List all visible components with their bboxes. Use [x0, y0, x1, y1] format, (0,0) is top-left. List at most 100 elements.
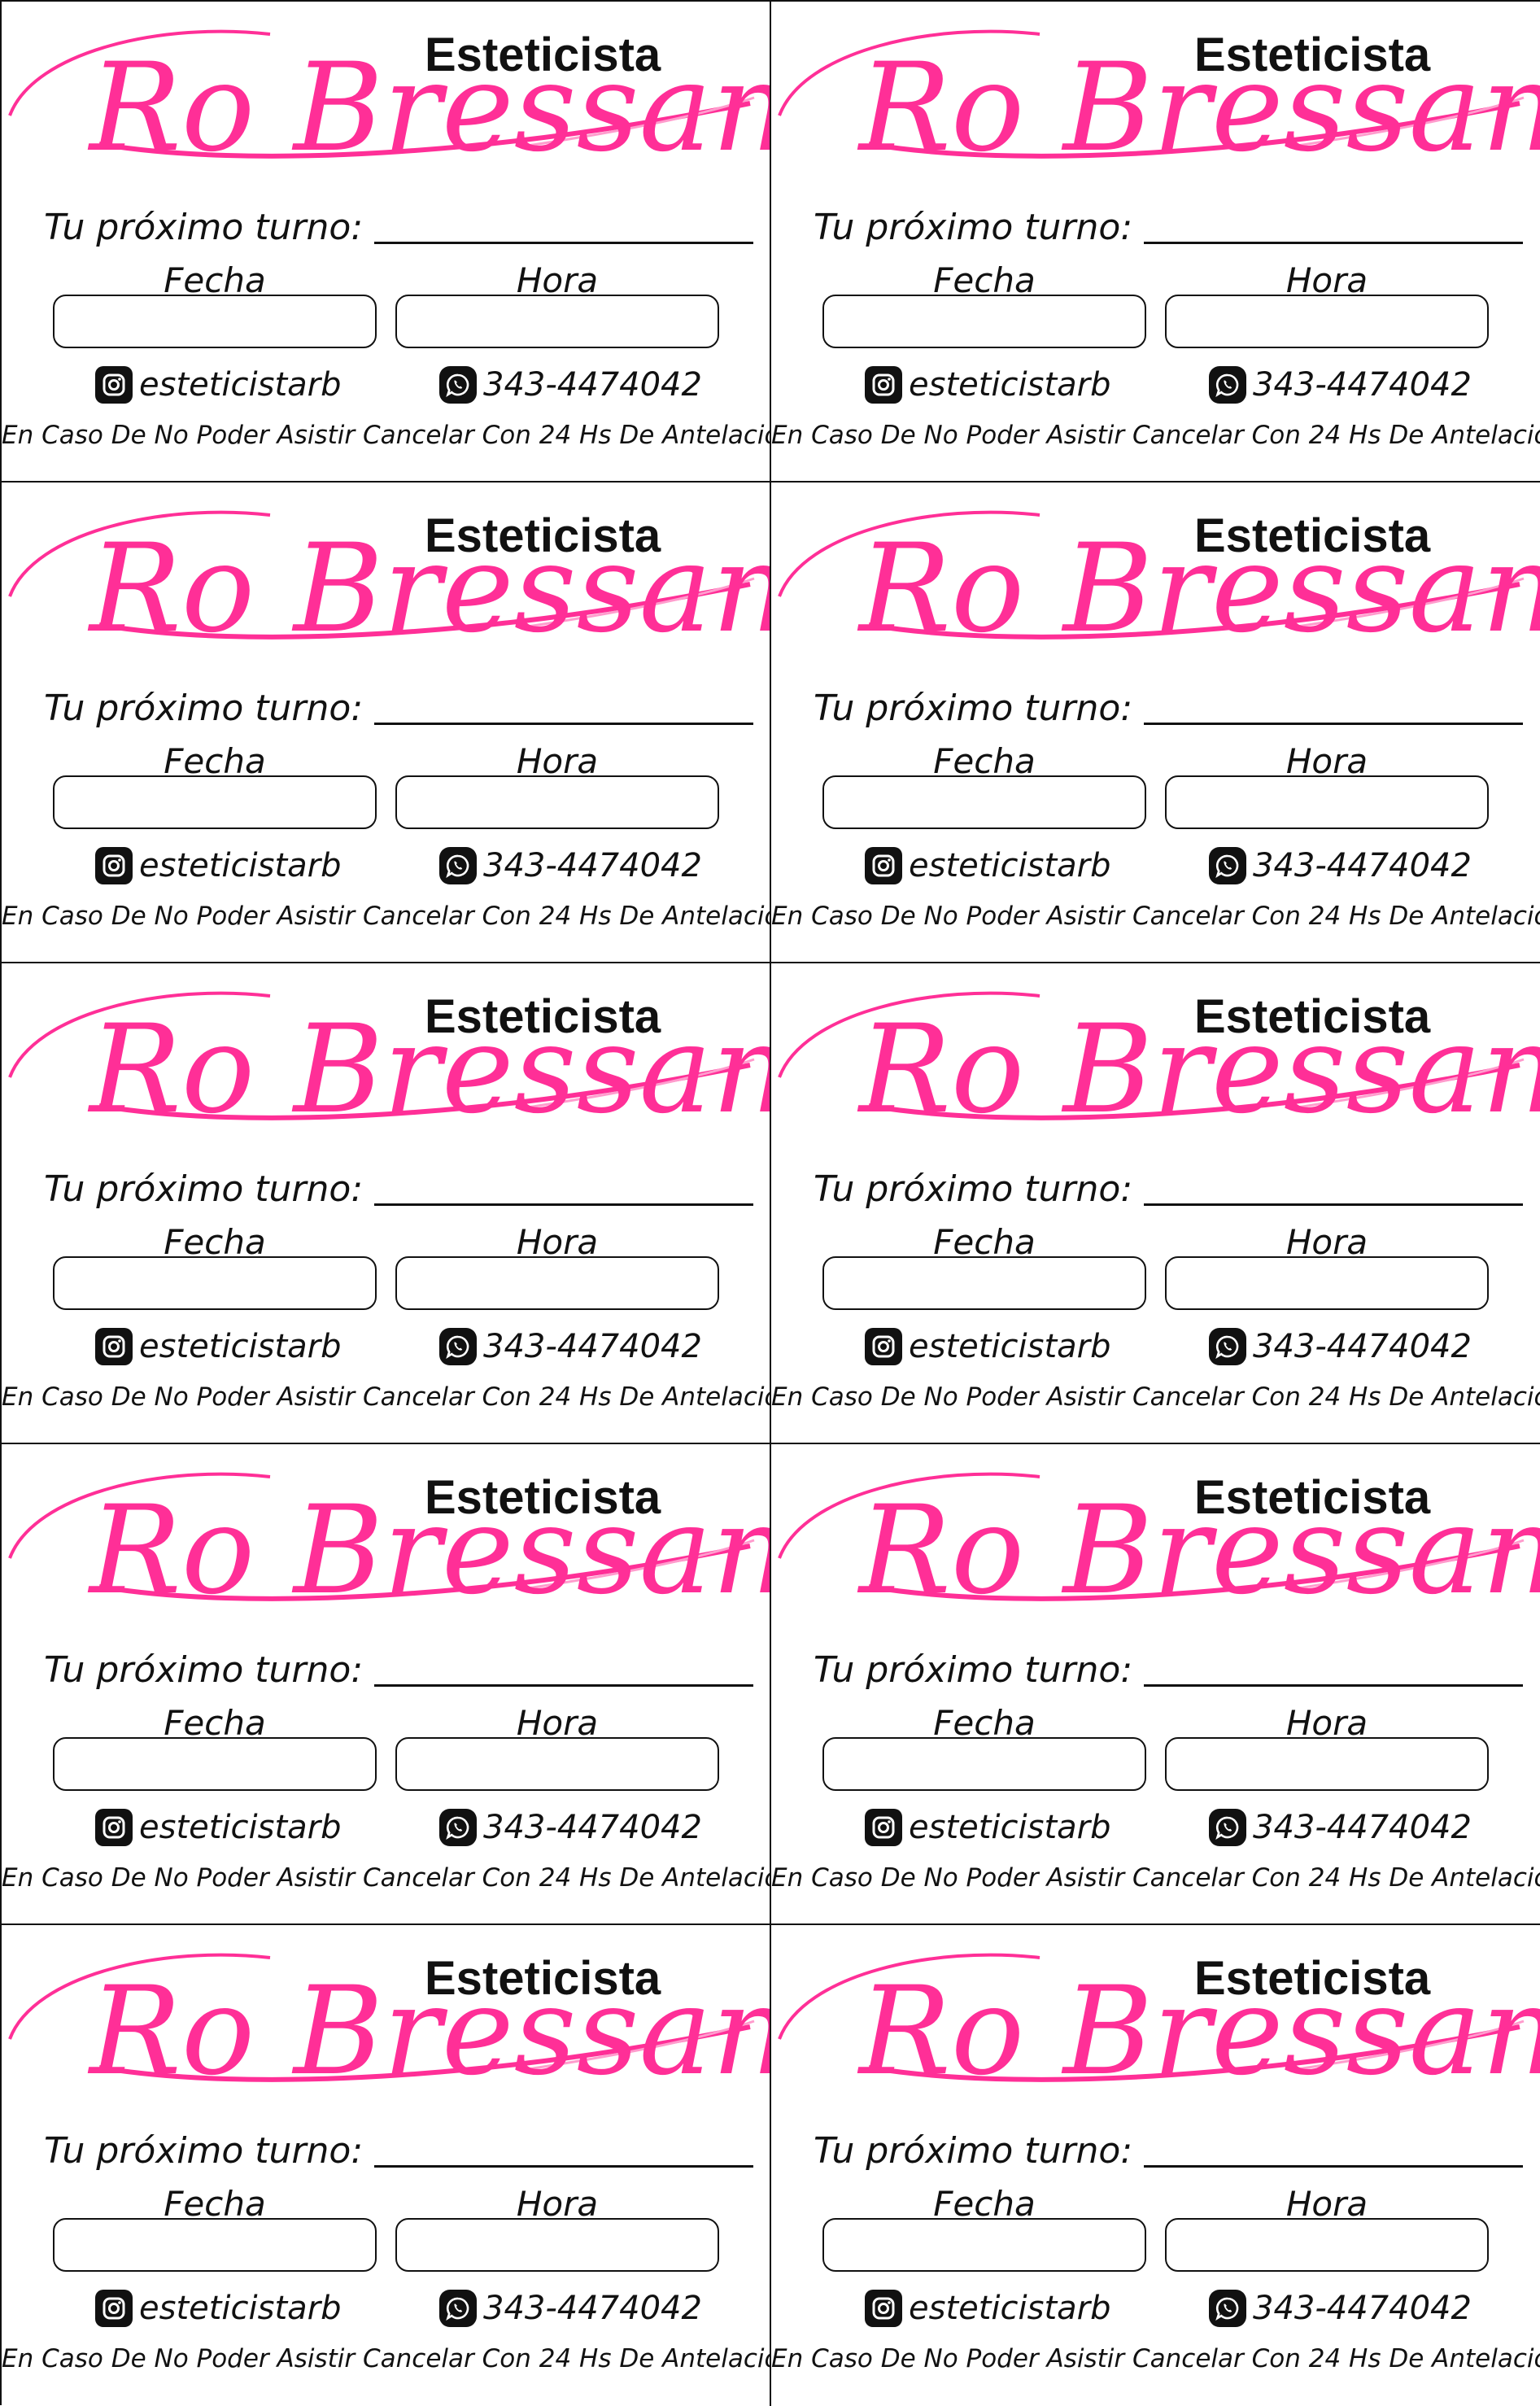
- instagram-icon: [865, 366, 902, 404]
- logo-graphic: Ro Bressan Esteticista: [8, 509, 770, 660]
- date-input-box[interactable]: [822, 775, 1146, 829]
- time-input-box[interactable]: [395, 2218, 719, 2272]
- date-input-box[interactable]: [53, 2218, 377, 2272]
- time-label: Hora: [1285, 1703, 1368, 1743]
- phone-number: 343-4474042: [1253, 366, 1472, 404]
- date-field: Fecha: [53, 1225, 377, 1310]
- date-input-box[interactable]: [53, 1737, 377, 1791]
- logo-esteticista-word: Esteticista: [1194, 28, 1431, 81]
- whatsapp-contact: 343-4474042: [439, 1809, 702, 1846]
- brand-logo: Ro Bressan Esteticista: [771, 483, 1540, 686]
- logo-esteticista-word: Esteticista: [1194, 990, 1431, 1043]
- time-input-box[interactable]: [1165, 1256, 1489, 1310]
- next-appointment-line[interactable]: [1144, 2165, 1524, 2168]
- instagram-icon: [865, 847, 902, 884]
- time-field: Hora: [395, 1706, 719, 1791]
- logo-graphic: Ro Bressan Esteticista: [778, 509, 1540, 660]
- whatsapp-contact: 343-4474042: [1209, 847, 1472, 884]
- instagram-handle: esteticistarb: [909, 1328, 1111, 1365]
- date-label: Fecha: [164, 741, 266, 781]
- next-appointment-row: Tu próximo turno:: [44, 1172, 754, 1207]
- instagram-icon: [865, 1809, 902, 1846]
- logo-esteticista-word: Esteticista: [425, 1952, 661, 2005]
- next-appointment-line[interactable]: [374, 1684, 754, 1687]
- time-field: Hora: [1165, 1225, 1489, 1310]
- cancellation-notice: En Caso De No Poder Asistir Cancelar Con…: [771, 421, 1540, 450]
- time-field: Hora: [1165, 2187, 1489, 2272]
- phone-number: 343-4474042: [483, 1809, 702, 1846]
- logo-esteticista-word: Esteticista: [425, 1471, 661, 1524]
- next-appointment-row: Tu próximo turno:: [814, 1649, 1524, 1691]
- next-appointment-row: Tu próximo turno:: [814, 2133, 1524, 2169]
- whatsapp-contact: 343-4474042: [1209, 1328, 1472, 1365]
- time-input-box[interactable]: [395, 1256, 719, 1310]
- next-appointment-label: Tu próximo turno:: [44, 1649, 364, 1691]
- date-label: Fecha: [164, 260, 266, 300]
- date-input-box[interactable]: [822, 295, 1146, 348]
- time-input-box[interactable]: [395, 295, 719, 348]
- whatsapp-contact: 343-4474042: [1209, 366, 1472, 404]
- time-input-box[interactable]: [1165, 2218, 1489, 2272]
- instagram-contact: esteticistarb: [95, 366, 342, 404]
- date-input-box[interactable]: [53, 1256, 377, 1310]
- logo-graphic: Ro Bressan Esteticista: [778, 1952, 1540, 2103]
- time-input-box[interactable]: [1165, 775, 1489, 829]
- instagram-handle: esteticistarb: [139, 1328, 342, 1365]
- whatsapp-icon: [439, 1809, 477, 1846]
- time-field: Hora: [395, 745, 719, 829]
- date-input-box[interactable]: [53, 295, 377, 348]
- instagram-contact: esteticistarb: [95, 1809, 342, 1846]
- date-field: Fecha: [822, 264, 1146, 348]
- time-input-box[interactable]: [395, 775, 719, 829]
- brand-logo: Ro Bressan Esteticista: [771, 963, 1540, 1167]
- next-appointment-line[interactable]: [374, 723, 754, 725]
- date-field: Fecha: [822, 745, 1146, 829]
- next-appointment-row: Tu próximo turno:: [44, 1649, 754, 1691]
- instagram-handle: esteticistarb: [909, 847, 1111, 884]
- time-label: Hora: [1285, 1222, 1368, 1262]
- next-appointment-line[interactable]: [1144, 723, 1524, 725]
- logo-esteticista-word: Esteticista: [425, 509, 661, 562]
- instagram-contact: esteticistarb: [95, 847, 342, 884]
- instagram-handle: esteticistarb: [139, 2290, 342, 2327]
- date-input-box[interactable]: [53, 775, 377, 829]
- date-label: Fecha: [933, 2184, 1036, 2224]
- cancellation-notice: En Caso De No Poder Asistir Cancelar Con…: [2, 1863, 771, 1893]
- date-input-box[interactable]: [822, 2218, 1146, 2272]
- cancellation-notice: En Caso De No Poder Asistir Cancelar Con…: [2, 902, 771, 931]
- date-input-box[interactable]: [822, 1256, 1146, 1310]
- cancellation-notice: En Caso De No Poder Asistir Cancelar Con…: [771, 902, 1540, 931]
- time-field: Hora: [395, 2187, 719, 2272]
- phone-number: 343-4474042: [1253, 1809, 1472, 1846]
- time-input-box[interactable]: [395, 1737, 719, 1791]
- date-input-box[interactable]: [822, 1737, 1146, 1791]
- cancellation-notice: En Caso De No Poder Asistir Cancelar Con…: [771, 2344, 1540, 2373]
- brand-logo: Ro Bressan Esteticista: [2, 963, 770, 1167]
- appointment-card: Ro Bressan Esteticista Tu próximo turno:…: [771, 1444, 1540, 1925]
- instagram-icon: [95, 2290, 133, 2327]
- next-appointment-label: Tu próximo turno:: [814, 1649, 1133, 1691]
- date-field: Fecha: [53, 264, 377, 348]
- next-appointment-line[interactable]: [374, 2165, 754, 2168]
- brand-logo: Ro Bressan Esteticista: [771, 2, 1540, 205]
- whatsapp-contact: 343-4474042: [439, 2290, 702, 2327]
- next-appointment-line[interactable]: [374, 1203, 754, 1206]
- date-label: Fecha: [933, 1703, 1036, 1743]
- time-input-box[interactable]: [1165, 295, 1489, 348]
- date-label: Fecha: [164, 1703, 266, 1743]
- cancellation-notice: En Caso De No Poder Asistir Cancelar Con…: [771, 1382, 1540, 1412]
- instagram-contact: esteticistarb: [865, 1328, 1111, 1365]
- next-appointment-row: Tu próximo turno:: [814, 1168, 1524, 1210]
- next-appointment-row: Tu próximo turno:: [44, 210, 754, 246]
- next-appointment-line[interactable]: [1144, 242, 1524, 244]
- date-field: Fecha: [822, 1706, 1146, 1791]
- time-field: Hora: [395, 1225, 719, 1310]
- phone-number: 343-4474042: [483, 2290, 702, 2327]
- brand-logo: Ro Bressan Esteticista: [771, 1925, 1540, 2129]
- next-appointment-line[interactable]: [374, 242, 754, 244]
- logo-esteticista-word: Esteticista: [1194, 1952, 1431, 2005]
- time-input-box[interactable]: [1165, 1737, 1489, 1791]
- next-appointment-line[interactable]: [1144, 1203, 1524, 1206]
- next-appointment-line[interactable]: [1144, 1684, 1524, 1687]
- next-appointment-label: Tu próximo turno:: [814, 1168, 1133, 1210]
